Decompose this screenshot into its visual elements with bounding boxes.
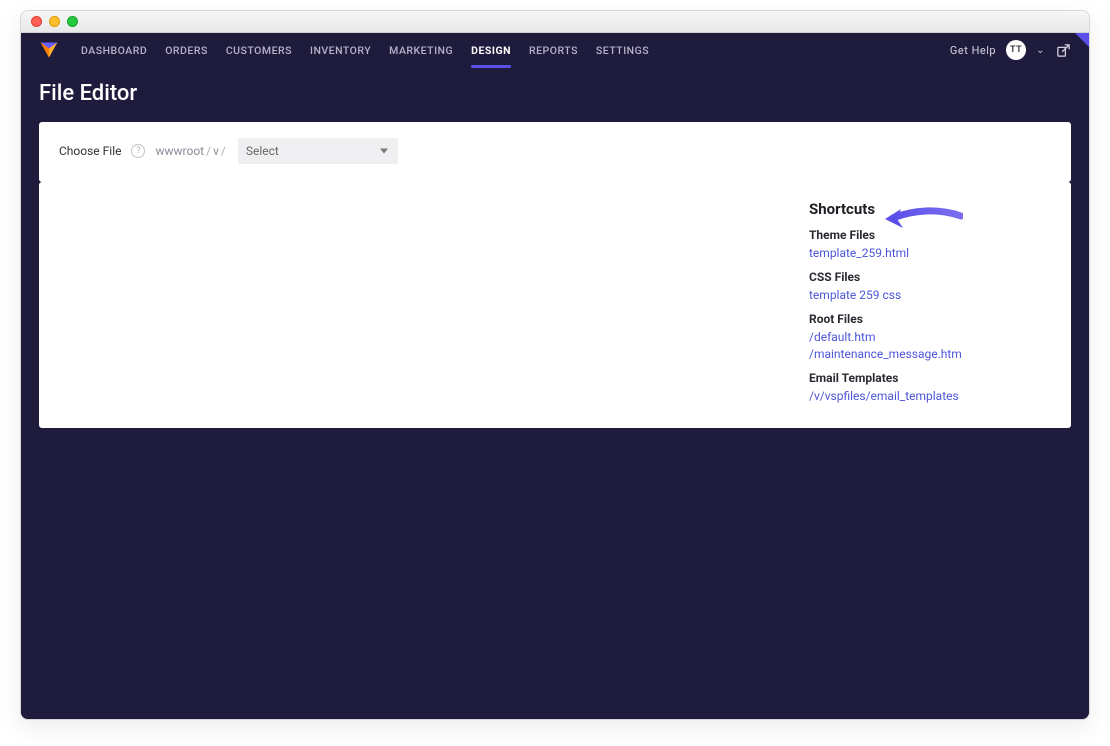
shortcuts-group-theme: Theme Files bbox=[809, 228, 1051, 242]
footer-empty-area bbox=[21, 446, 1089, 719]
shortcuts-group-email: Email Templates bbox=[809, 371, 1051, 385]
nav-reports[interactable]: REPORTS bbox=[529, 44, 578, 57]
top-nav: DASHBOARD ORDERS CUSTOMERS INVENTORY MAR… bbox=[21, 33, 1089, 67]
nav-dashboard[interactable]: DASHBOARD bbox=[81, 44, 147, 57]
crumb-v[interactable]: v bbox=[213, 144, 219, 158]
nav-settings[interactable]: SETTINGS bbox=[596, 44, 649, 57]
mac-titlebar bbox=[21, 11, 1089, 33]
nav-design[interactable]: DESIGN bbox=[471, 44, 511, 57]
crumb-root[interactable]: wwwroot bbox=[155, 144, 204, 158]
top-nav-right: Get Help TT ⌄ bbox=[950, 40, 1071, 60]
shortcut-link-default-htm[interactable]: /default.htm bbox=[809, 330, 1051, 344]
nav-customers[interactable]: CUSTOMERS bbox=[226, 44, 292, 57]
close-window-icon[interactable] bbox=[31, 16, 42, 27]
nav-items: DASHBOARD ORDERS CUSTOMERS INVENTORY MAR… bbox=[81, 44, 649, 57]
app-window: DASHBOARD ORDERS CUSTOMERS INVENTORY MAR… bbox=[20, 10, 1090, 720]
shortcuts-group-css: CSS Files bbox=[809, 270, 1051, 284]
shortcuts-group-root: Root Files bbox=[809, 312, 1051, 326]
nav-marketing[interactable]: MARKETING bbox=[389, 44, 453, 57]
file-select-value: Select bbox=[246, 144, 279, 158]
editor-empty-area bbox=[39, 182, 801, 428]
app-surface: DASHBOARD ORDERS CUSTOMERS INVENTORY MAR… bbox=[21, 33, 1089, 719]
content-row: Shortcuts Theme Files template_259.html … bbox=[39, 182, 1071, 428]
brand-logo-icon[interactable] bbox=[39, 40, 59, 60]
window-controls bbox=[31, 16, 78, 27]
choose-file-label: Choose File bbox=[59, 144, 121, 158]
shortcuts-panel: Shortcuts Theme Files template_259.html … bbox=[801, 182, 1071, 428]
shortcut-link-template-html[interactable]: template_259.html bbox=[809, 246, 1051, 260]
file-select-dropdown[interactable]: Select bbox=[238, 138, 398, 164]
nav-orders[interactable]: ORDERS bbox=[165, 44, 208, 57]
avatar-chevron-down-icon[interactable]: ⌄ bbox=[1036, 45, 1045, 56]
get-help-link[interactable]: Get Help bbox=[950, 44, 996, 57]
minimize-window-icon[interactable] bbox=[49, 16, 60, 27]
choose-file-card: Choose File ? wwwroot/v/ Select bbox=[39, 122, 1071, 182]
page-title: File Editor bbox=[21, 67, 1089, 122]
shortcut-link-email-templates[interactable]: /v/vspfiles/email_templates bbox=[809, 389, 1051, 403]
shortcut-link-maintenance[interactable]: /maintenance_message.htm bbox=[809, 347, 1051, 361]
maximize-window-icon[interactable] bbox=[67, 16, 78, 27]
path-breadcrumb: wwwroot/v/ bbox=[155, 144, 227, 158]
info-icon[interactable]: ? bbox=[131, 144, 145, 158]
user-avatar[interactable]: TT bbox=[1006, 40, 1026, 60]
open-external-icon[interactable] bbox=[1055, 42, 1071, 58]
shortcuts-heading: Shortcuts bbox=[809, 200, 1051, 218]
nav-inventory[interactable]: INVENTORY bbox=[310, 44, 371, 57]
shortcut-link-template-css[interactable]: template 259 css bbox=[809, 288, 1051, 302]
